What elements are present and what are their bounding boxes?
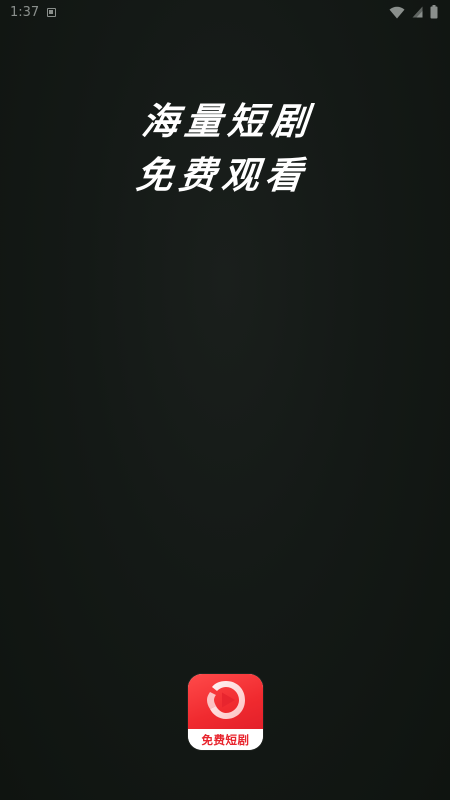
app-notification-icon (47, 7, 57, 17)
play-icon (204, 678, 248, 726)
app-logo: 免费短剧 (188, 674, 263, 750)
slogan-line-2: 免费观看 (133, 153, 311, 197)
battery-icon (430, 5, 438, 19)
status-bar-right (389, 5, 438, 19)
app-logo-label: 免费短剧 (188, 729, 263, 750)
status-bar-left: 1:37 (10, 4, 57, 20)
wifi-icon (389, 6, 405, 19)
splash-screen: 1:37 海量短剧 免费观看 免费短剧 (0, 0, 450, 800)
status-bar: 1:37 (0, 0, 450, 24)
signal-icon (412, 6, 423, 18)
slogan-line-1: 海量短剧 (139, 99, 317, 143)
app-logo-graphic (188, 674, 263, 729)
status-time: 1:37 (10, 4, 40, 20)
splash-slogan: 海量短剧 免费观看 (0, 94, 450, 202)
